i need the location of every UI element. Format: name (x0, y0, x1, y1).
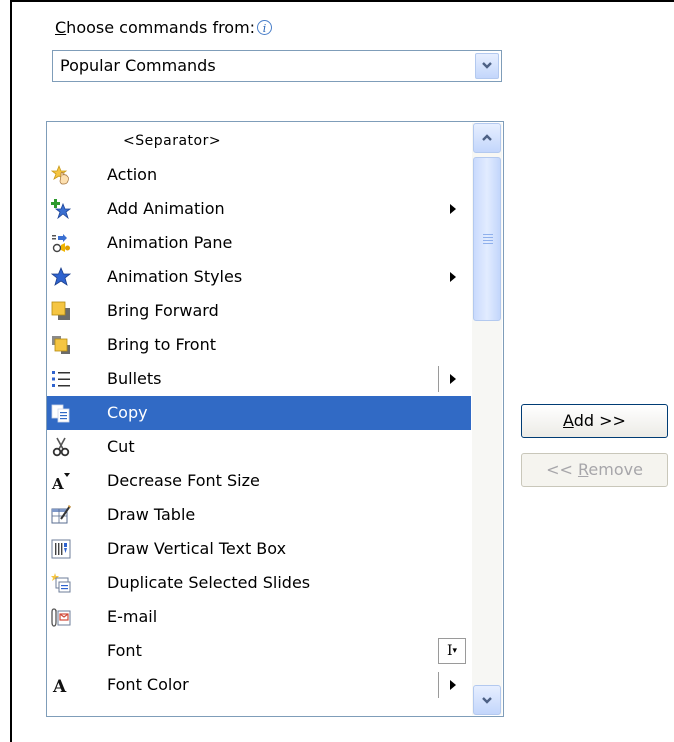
animation-styles-star-icon (51, 267, 71, 286)
list-item-label: Copy (107, 403, 148, 422)
split-button-divider (438, 672, 439, 698)
chevron-down-icon (482, 697, 492, 704)
list-item-copy[interactable]: Copy (47, 396, 471, 430)
list-item-label: Duplicate Selected Slides (107, 573, 311, 592)
list-item-label: <Separator> (123, 133, 222, 149)
list-item-label: Decrease Font Size (107, 471, 260, 490)
add-button[interactable]: Add >> (521, 404, 668, 438)
bullets-icon (52, 371, 70, 387)
action-star-hand-icon (51, 165, 69, 185)
list-item-label: Bullets (107, 369, 162, 388)
list-item-label: Font (107, 641, 142, 660)
decrease-font-size-icon: A (51, 473, 70, 491)
list-item-label: Draw Table (107, 505, 196, 524)
list-item-animation-pane[interactable]: Animation Pane (47, 226, 471, 260)
accelerator-c: C (55, 18, 67, 37)
dialog-border-left (10, 0, 12, 742)
add-animation-icon (51, 199, 71, 219)
list-item-label: E-mail (107, 607, 158, 626)
list-item-animation-styles[interactable]: Animation Styles (47, 260, 471, 294)
list-item-label: Bring to Front (107, 335, 216, 354)
commands-listbox[interactable]: <Separator> Action Add Animation Animati… (46, 121, 504, 717)
commands-source-dropdown[interactable]: Popular Commands (52, 50, 502, 82)
info-icon[interactable]: i (257, 20, 273, 35)
chevron-up-icon (482, 134, 492, 141)
list-item-draw-table[interactable]: Draw Table (47, 498, 471, 532)
list-item-font[interactable]: Font I▾ (47, 634, 471, 668)
list-item-draw-vertical-text-box[interactable]: Draw Vertical Text Box (47, 532, 471, 566)
thumb-grip-line (483, 237, 493, 238)
submenu-arrow-icon (450, 204, 456, 214)
submenu-arrow-icon (450, 272, 456, 282)
remove-button[interactable]: << Remove (521, 453, 668, 487)
choose-commands-label: Choose commands from: i (55, 18, 273, 37)
list-item-label: Draw Vertical Text Box (107, 539, 287, 558)
list-item-label: Bring Forward (107, 301, 219, 320)
list-item-label: Font Color (107, 675, 189, 694)
list-item-label: Cut (107, 437, 135, 456)
list-item-label: Animation Pane (107, 233, 233, 252)
list-item-bullets[interactable]: Bullets (47, 362, 471, 396)
split-button-divider (438, 366, 439, 392)
submenu-arrow-icon[interactable] (450, 374, 456, 384)
decrease-font-glyph: A (51, 475, 64, 491)
scroll-up-button[interactable] (473, 123, 501, 153)
list-item-label: Action (107, 165, 158, 184)
font-color-glyph: A (52, 677, 67, 695)
copy-icon (51, 404, 70, 423)
email-attachment-icon (51, 608, 71, 627)
thumb-grip-line (483, 234, 493, 235)
scissors-icon (52, 437, 70, 457)
list-item-label: Animation Styles (107, 267, 243, 286)
scroll-thumb[interactable] (473, 157, 501, 321)
list-item-duplicate-selected-slides[interactable]: Duplicate Selected Slides (47, 566, 471, 600)
list-item-label: Add Animation (107, 199, 225, 218)
thumb-grip-line (483, 243, 493, 244)
bring-forward-icon (51, 301, 70, 320)
chevron-down-icon (482, 62, 492, 69)
list-item-bring-to-front[interactable]: Bring to Front (47, 328, 471, 362)
text-cursor-icon[interactable]: I▾ (438, 638, 466, 664)
draw-table-icon (51, 505, 71, 524)
bring-to-front-icon (52, 336, 70, 354)
list-item-action[interactable]: Action (47, 158, 471, 192)
list-item-cut[interactable]: Cut (47, 430, 471, 464)
list-scrollbar[interactable] (472, 123, 502, 715)
list-item-decrease-font-size[interactable]: A Decrease Font Size (47, 464, 471, 498)
scroll-down-button[interactable] (473, 685, 501, 715)
font-color-icon: A (52, 677, 67, 695)
list-item-add-animation[interactable]: Add Animation (47, 192, 471, 226)
list-item-bring-forward[interactable]: Bring Forward (47, 294, 471, 328)
animation-pane-icon (52, 234, 70, 253)
list-item-separator[interactable]: <Separator> (47, 124, 471, 158)
vertical-text-box-icon (51, 539, 71, 559)
submenu-arrow-icon[interactable] (450, 680, 456, 690)
duplicate-slides-icon (51, 573, 71, 593)
thumb-grip-line (483, 240, 493, 241)
list-item-e-mail[interactable]: E-mail (47, 600, 471, 634)
dropdown-selected-value: Popular Commands (60, 56, 216, 75)
dropdown-button[interactable] (475, 53, 499, 79)
dialog-border-top (10, 0, 674, 2)
list-item-font-color[interactable]: A Font Color (47, 668, 471, 702)
